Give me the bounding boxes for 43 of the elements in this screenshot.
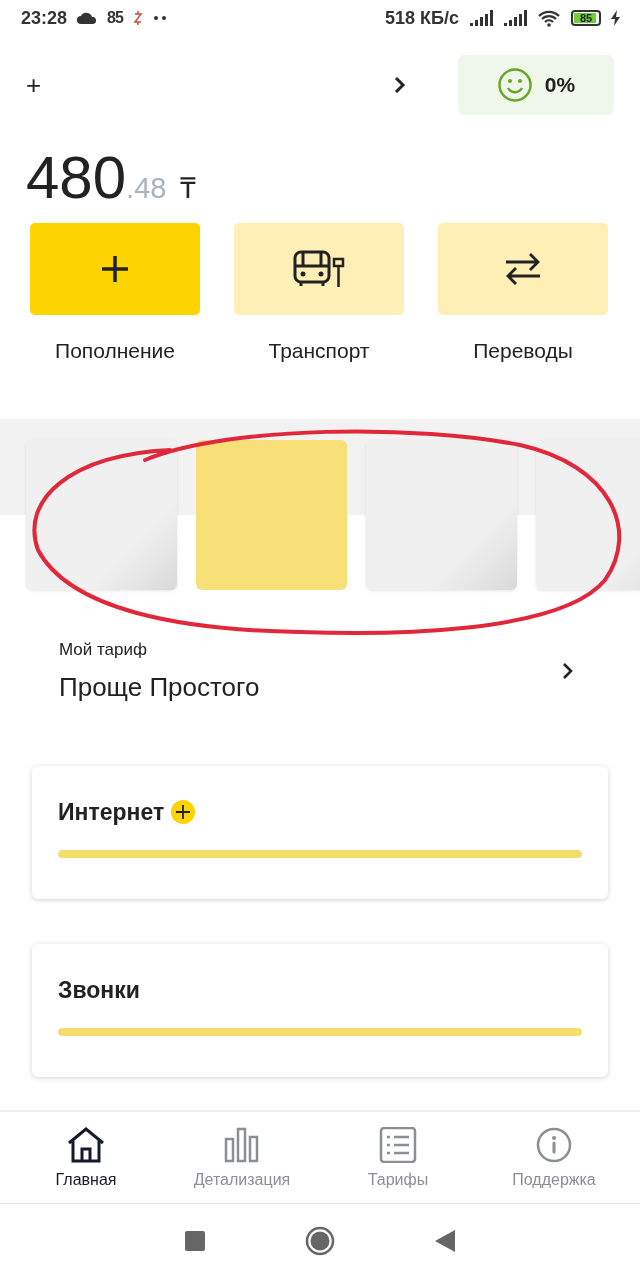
smiley-icon [496, 67, 533, 103]
action-label: Пополнение [55, 339, 175, 363]
home-button[interactable] [305, 1226, 335, 1256]
transport-button[interactable] [234, 223, 404, 315]
transfers-button[interactable] [438, 223, 608, 315]
rating-button[interactable]: 0% [458, 55, 614, 115]
notification-number: 85 [107, 9, 123, 27]
add-icon[interactable] [170, 799, 197, 825]
action-label: Переводы [473, 339, 573, 363]
back-button[interactable] [435, 1230, 455, 1252]
plus-icon [100, 254, 130, 284]
balance-fraction: .48 [126, 172, 167, 205]
tariff-label: Мой тариф [59, 639, 148, 660]
cloud-icon [77, 12, 98, 24]
charging-bolt-icon [611, 10, 620, 26]
list-icon [379, 1126, 417, 1163]
swap-arrows-icon [504, 251, 542, 287]
nav-tab[interactable]: Поддержка [512, 1126, 596, 1189]
bar-chart-icon [223, 1126, 261, 1163]
info-icon [536, 1126, 572, 1163]
status-time: 23:28 [21, 7, 68, 29]
currency-sign: ₸ [180, 171, 197, 206]
currency-z-icon [132, 10, 143, 26]
signal-icon [503, 10, 527, 26]
phone-number: + [26, 69, 43, 101]
chevron-right-icon[interactable] [394, 76, 406, 94]
battery-icon: 85 [571, 10, 601, 26]
wifi-icon [537, 9, 561, 27]
promo-card[interactable] [26, 440, 177, 590]
balance-amount: 480 [26, 143, 127, 212]
action-label: Транспорт [268, 339, 370, 363]
nav-tab[interactable]: Главная [55, 1126, 117, 1189]
nav-tab[interactable]: Тарифы [367, 1126, 429, 1189]
home-icon [67, 1126, 105, 1163]
bus-icon [293, 250, 345, 288]
signal-icon [469, 10, 493, 26]
more-dots-icon [152, 16, 167, 20]
network-speed: 518 КБ/с [385, 7, 459, 29]
tariff-name: Проще Простого [59, 671, 261, 703]
usage-title: Звонки [58, 976, 140, 1004]
nav-tab[interactable]: Детализация [193, 1126, 291, 1189]
chevron-right-icon[interactable] [562, 662, 574, 680]
usage-title: Интернет [58, 798, 165, 826]
